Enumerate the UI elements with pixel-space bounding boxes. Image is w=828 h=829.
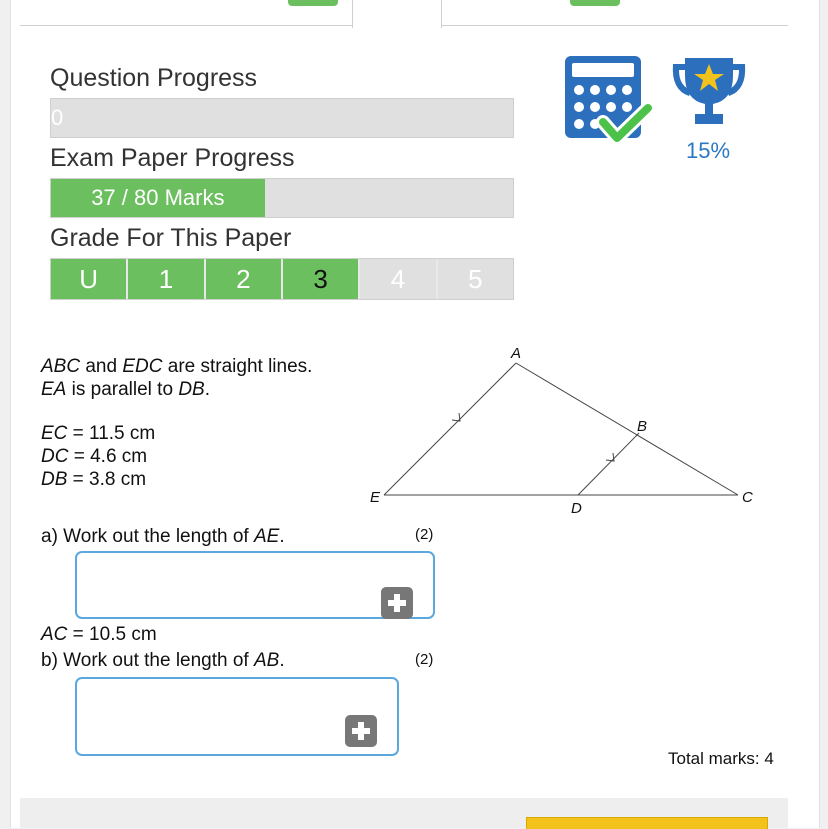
line-db <box>577 432 640 496</box>
text: and <box>80 356 123 377</box>
var-db: DB <box>178 379 205 400</box>
given-dc: DC = 4.6 cm <box>41 445 147 468</box>
answer-box-a[interactable] <box>75 551 435 619</box>
value-ec: = 11.5 cm <box>67 423 156 444</box>
part-b-marks: (2) <box>415 651 434 668</box>
total-marks: Total marks: 4 <box>668 749 774 768</box>
submit-button[interactable] <box>526 817 768 829</box>
grade-cell-5: 5 <box>437 259 513 299</box>
exam-progress-value: 37 / 80 Marks <box>91 185 225 210</box>
question-progress-label: Question Progress <box>50 64 258 92</box>
add-working-button-b[interactable] <box>345 715 377 747</box>
var-edc: EDC <box>122 356 163 377</box>
punct: . <box>279 650 285 671</box>
given-db: DB = 3.8 cm <box>41 468 146 491</box>
given-ec: EC = 11.5 cm <box>41 422 155 445</box>
part-b-text: b) Work out the length of <box>41 650 254 671</box>
tab-active[interactable] <box>352 0 442 28</box>
grade-cell-2: 2 <box>205 259 283 299</box>
add-working-button-a[interactable] <box>381 587 413 619</box>
var-abc: ABC <box>41 356 81 377</box>
tab-button-right[interactable] <box>570 0 620 6</box>
grade-label: Grade For This Paper <box>50 224 292 252</box>
trophy-percent: 15% <box>685 138 731 163</box>
text: . <box>204 379 210 400</box>
label-a: A <box>510 345 521 362</box>
plus-icon <box>388 594 406 612</box>
triangle-diagram: A B C D E <box>360 340 760 525</box>
grade-cell-u: U <box>51 259 129 299</box>
value-db: = 3.8 cm <box>67 469 147 490</box>
question-progress-bar: 0 <box>50 98 514 138</box>
text: are straight lines. <box>162 356 313 377</box>
grade-track: U 1 2 3 4 5 <box>50 258 514 300</box>
var-ea: EA <box>41 379 67 400</box>
punct: . <box>279 526 285 547</box>
exam-progress-fill: 37 / 80 Marks <box>51 179 265 217</box>
var-ab: AB <box>254 650 280 671</box>
label-e: E <box>370 489 381 506</box>
var-db: DB <box>41 469 68 490</box>
calculator-check-icon <box>565 56 665 156</box>
part-b-question: b) Work out the length of AB. <box>41 649 285 672</box>
var-ec: EC <box>41 423 68 444</box>
var-dc: DC <box>41 446 69 467</box>
var-ac: AC <box>41 624 68 645</box>
text: is parallel to <box>66 379 179 400</box>
label-b: B <box>637 418 647 435</box>
plus-icon <box>352 722 370 740</box>
var-ae: AE <box>254 526 280 547</box>
question-progress-value: 0 <box>51 105 64 130</box>
grade-cell-1: 1 <box>128 259 206 299</box>
label-d: D <box>571 500 582 517</box>
trophy-star-icon <box>669 56 749 137</box>
label-c: C <box>742 489 753 506</box>
part-a-marks: (2) <box>415 526 434 543</box>
grade-cell-4: 4 <box>360 259 438 299</box>
part-a-text: a) Work out the length of <box>41 526 254 547</box>
line-ac <box>515 362 739 496</box>
part-a-question: a) Work out the length of AE. <box>41 525 285 548</box>
value-ac: = 10.5 cm <box>67 624 157 645</box>
intro-line-1: ABC and EDC are straight lines. <box>41 355 312 378</box>
intro-line-2: EA is parallel to DB. <box>41 378 210 401</box>
grade-cell-3: 3 <box>282 259 361 299</box>
exam-progress-label: Exam Paper Progress <box>50 144 295 172</box>
tab-button-left[interactable] <box>288 0 338 6</box>
answer-box-b[interactable] <box>75 677 399 756</box>
line-ea <box>383 362 517 496</box>
exam-progress-bar: 37 / 80 Marks <box>50 178 514 218</box>
value-dc: = 4.6 cm <box>68 446 148 467</box>
given-ac: AC = 10.5 cm <box>41 623 157 646</box>
